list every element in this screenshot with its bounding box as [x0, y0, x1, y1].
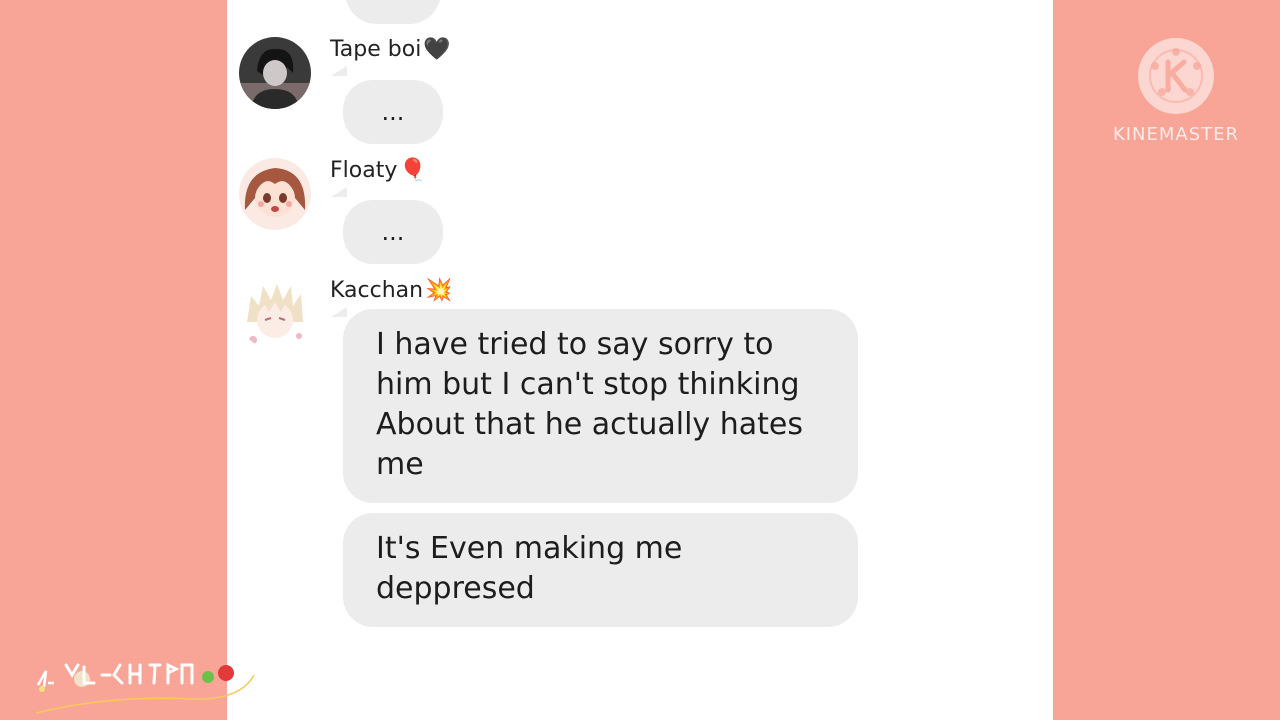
collision-icon: 💥 [425, 278, 453, 303]
username-label: Floaty🎈 [330, 158, 427, 183]
bubble-tail [331, 66, 347, 76]
username-label: Kacchan💥 [330, 278, 453, 303]
bubble-tail [331, 187, 347, 197]
kinemaster-watermark: KINEMASTER [1112, 124, 1240, 145]
username-label: Tape boi🖤 [330, 37, 451, 62]
handwritten-signature-icon [30, 655, 260, 717]
blonde-hair-avatar-icon[interactable] [239, 278, 311, 350]
brown-hair-avatar-icon[interactable] [239, 158, 311, 230]
username-text: Kacchan [330, 278, 424, 303]
username-text: Floaty [330, 158, 398, 183]
black-heart-icon: 🖤 [423, 37, 451, 62]
message-bubble: I have tried to say sorry to him but I c… [343, 309, 858, 503]
balloon-icon: 🎈 [399, 158, 427, 183]
chat-panel: Tape boi🖤 ... Floaty🎈 ... Kacchan💥 I hav… [227, 0, 1053, 720]
username-text: Tape boi [330, 37, 422, 62]
bubble-tail [331, 307, 347, 317]
message-bubble-partial [345, 0, 441, 24]
message-bubble: ... [343, 200, 443, 264]
dark-hair-avatar-icon[interactable] [239, 37, 311, 109]
message-bubble: It's Even making me deppresed [343, 513, 858, 627]
kinemaster-logo-icon [1138, 38, 1214, 114]
message-bubble: ... [343, 80, 443, 144]
